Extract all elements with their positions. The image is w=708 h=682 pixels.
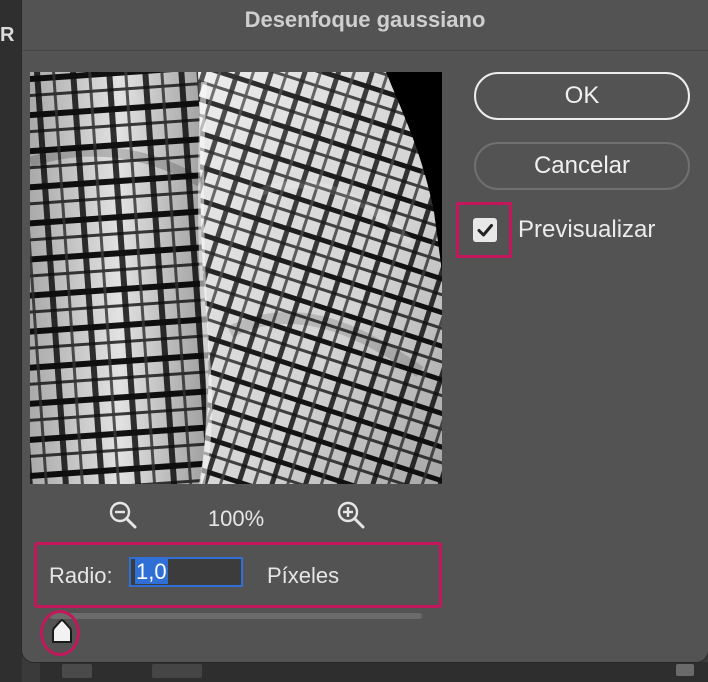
- radius-slider-thumb[interactable]: [50, 618, 74, 644]
- preview-checkbox-label[interactable]: Previsualizar: [518, 216, 655, 244]
- background-window-strip: R: [0, 0, 22, 682]
- background-panel: [40, 662, 708, 682]
- cancel-button[interactable]: Cancelar: [474, 142, 690, 190]
- radius-field-group: Radio: 1,0 Píxeles: [34, 542, 442, 608]
- dialog-title: Desenfoque gaussiano: [244, 7, 486, 32]
- radius-unit-label: Píxeles: [267, 563, 340, 588]
- zoom-level: 100%: [207, 506, 265, 531]
- zoom-in-icon[interactable]: [336, 500, 366, 530]
- background-letter: R: [0, 24, 15, 46]
- radius-slider-track[interactable]: [50, 613, 422, 619]
- radius-value: 1,0: [135, 559, 168, 584]
- checkmark-icon: [477, 224, 493, 237]
- preview-image[interactable]: [30, 72, 442, 484]
- ok-button[interactable]: OK: [474, 72, 690, 120]
- radius-input[interactable]: 1,0: [129, 557, 243, 587]
- background-tab: [62, 664, 92, 678]
- plaid-fabric-preview: [30, 72, 442, 484]
- title-divider: [22, 50, 708, 51]
- background-control: [676, 664, 694, 676]
- zoom-controls: 100%: [108, 500, 368, 534]
- background-tab: [152, 664, 202, 678]
- gaussian-blur-dialog: Desenfoque gaussiano 100% Radio: 1,0 Píx…: [22, 0, 708, 662]
- preview-checkbox[interactable]: [473, 218, 497, 242]
- zoom-out-icon[interactable]: [108, 500, 138, 530]
- radius-label: Radio:: [49, 563, 113, 588]
